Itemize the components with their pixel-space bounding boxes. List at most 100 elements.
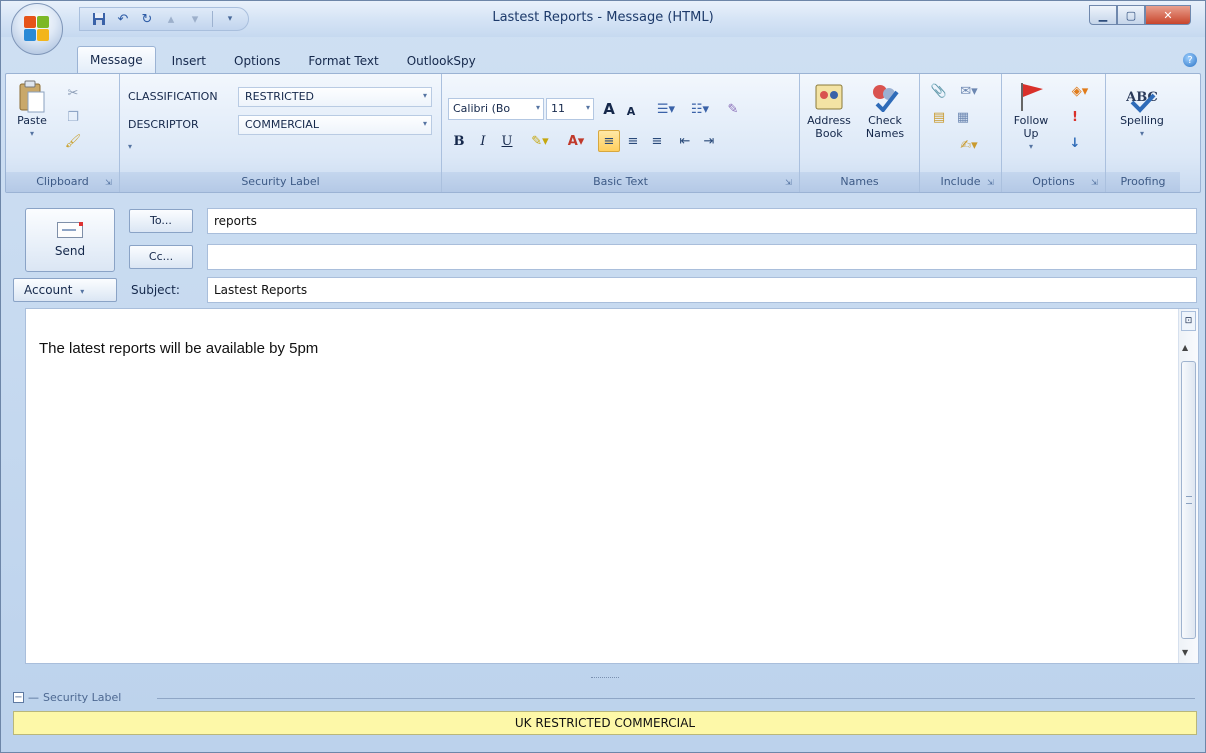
maximize-button[interactable]: ▢: [1117, 5, 1145, 25]
classification-dropdown[interactable]: RESTRICTED ▾: [238, 87, 432, 107]
italic-button[interactable]: I: [472, 130, 494, 152]
options-group: Follow Up ▾ ◈▾ ! ↓ Options ⇲: [1002, 74, 1106, 192]
security-more-icon[interactable]: ▾: [128, 142, 132, 151]
collapse-icon[interactable]: −: [13, 692, 24, 703]
chevron-down-icon: ▾: [1028, 142, 1033, 151]
check-names-icon: [868, 80, 902, 114]
signature-icon[interactable]: ✍▾: [954, 136, 984, 154]
descriptor-label: DESCRIPTOR: [128, 118, 199, 131]
font-name-combo[interactable]: Calibri (Bo ▾: [448, 98, 544, 120]
office-button[interactable]: [11, 3, 63, 55]
align-left-icon[interactable]: ≡: [598, 130, 620, 152]
shrink-font-button[interactable]: A: [620, 100, 642, 122]
window-title: Lastest Reports - Message (HTML): [492, 10, 714, 25]
paste-button[interactable]: Paste ▾: [12, 80, 52, 140]
scroll-grip-icon: [1186, 496, 1192, 504]
window-controls: ▁ ▢ ✕: [1089, 5, 1191, 25]
proofing-group: ABC Spelling ▾ Proofing: [1106, 74, 1180, 192]
message-body-text[interactable]: The latest reports will be available by …: [39, 340, 318, 357]
check-names-button[interactable]: Check Names: [858, 80, 912, 140]
cc-button[interactable]: Cc...: [129, 245, 193, 269]
categorize-icon[interactable]: ◈▾: [1066, 82, 1094, 100]
flag-icon: [1014, 80, 1048, 114]
low-importance-icon[interactable]: ↓: [1066, 134, 1084, 152]
business-card-icon[interactable]: ▤: [930, 108, 948, 126]
styles-icon[interactable]: ✎: [722, 98, 744, 120]
numbering-icon[interactable]: ☷▾: [684, 98, 716, 120]
include-dialog-launcher-icon[interactable]: ⇲: [987, 178, 997, 188]
close-button[interactable]: ✕: [1145, 5, 1191, 25]
scroll-up-arrow-icon[interactable]: ▲: [1182, 343, 1188, 352]
underline-button[interactable]: U: [496, 130, 518, 152]
office-logo-icon: [24, 16, 50, 42]
ribbon: Paste ▾ ✂ ❐ 🖌 Clipboard ⇲ CLASSIFICATION…: [5, 73, 1201, 193]
align-right-icon[interactable]: ≡: [646, 130, 668, 152]
descriptor-dropdown[interactable]: COMMERCIAL ▾: [238, 115, 432, 135]
copy-icon[interactable]: ❐: [64, 108, 82, 126]
pane-splitter[interactable]: [591, 677, 619, 681]
paste-icon: [15, 80, 49, 114]
bullets-icon[interactable]: ☰▾: [650, 98, 682, 120]
security-label-footer-header: − — Security Label: [13, 691, 122, 704]
help-icon[interactable]: ?: [1183, 53, 1197, 67]
bold-button[interactable]: B: [448, 130, 470, 152]
highlight-icon[interactable]: ✎▾: [524, 130, 556, 152]
chevron-down-icon: ▾: [29, 129, 34, 138]
font-size-combo[interactable]: 11 ▾: [546, 98, 594, 120]
chevron-down-icon: ▾: [1139, 129, 1144, 138]
clipboard-dialog-launcher-icon[interactable]: ⇲: [105, 178, 115, 188]
font-color-icon[interactable]: A▾: [560, 130, 592, 152]
attach-item-icon[interactable]: ✉▾: [954, 82, 984, 100]
increase-indent-icon[interactable]: ⇥: [698, 130, 720, 152]
subject-field[interactable]: Lastest Reports: [207, 277, 1197, 303]
send-button[interactable]: Send: [25, 208, 115, 272]
tab-outlookspy[interactable]: OutlookSpy: [395, 49, 488, 73]
tab-format-text[interactable]: Format Text: [296, 49, 390, 73]
scroll-down-arrow-icon[interactable]: ▼: [1182, 648, 1188, 657]
security-label-group: CLASSIFICATION RESTRICTED ▾ DESCRIPTOR C…: [120, 74, 442, 192]
tab-message[interactable]: Message: [77, 46, 156, 73]
ribbon-tabs: Message Insert Options Format Text Outlo…: [77, 45, 488, 73]
subject-label: Subject:: [131, 283, 180, 297]
outlook-message-window: ↶ ↻ ▴ ▾ ▾ Lastest Reports - Message (HTM…: [0, 0, 1206, 753]
cc-field[interactable]: [207, 244, 1197, 270]
include-group: 📎 ✉▾ ▤ ▦ ✍▾ Include ⇲: [920, 74, 1002, 192]
to-field[interactable]: reports: [207, 208, 1197, 234]
tab-insert[interactable]: Insert: [160, 49, 218, 73]
basic-text-group: Calibri (Bo ▾ 11 ▾ A A ☰▾ ☷▾ ✎ B I U ✎▾ A▾…: [442, 74, 800, 192]
account-button[interactable]: Account ▾: [13, 278, 117, 302]
chevron-down-icon: ▾: [585, 103, 590, 112]
align-center-icon[interactable]: ≡: [622, 130, 644, 152]
chevron-down-icon: ▾: [422, 91, 427, 100]
security-label-footer-title: Security Label: [43, 691, 122, 704]
title-bar: ↶ ↻ ▴ ▾ ▾ Lastest Reports - Message (HTM…: [1, 1, 1205, 37]
spelling-button[interactable]: ABC Spelling ▾: [1112, 80, 1172, 140]
options-dialog-launcher-icon[interactable]: ⇲: [1091, 178, 1101, 188]
chevron-down-icon: ▾: [80, 287, 85, 296]
tab-options[interactable]: Options: [222, 49, 292, 73]
ruler-toggle-icon[interactable]: ⊡: [1181, 311, 1196, 331]
send-envelope-icon: [57, 222, 83, 238]
follow-up-button[interactable]: Follow Up ▾: [1008, 80, 1054, 153]
minimize-button[interactable]: ▁: [1089, 5, 1117, 25]
decrease-indent-icon[interactable]: ⇤: [674, 130, 696, 152]
cut-icon[interactable]: ✂: [64, 84, 82, 102]
attach-file-icon[interactable]: 📎: [930, 82, 948, 100]
chevron-down-icon: ▾: [535, 103, 540, 112]
calendar-icon[interactable]: ▦: [954, 108, 972, 126]
scroll-thumb[interactable]: [1181, 361, 1196, 639]
basic-text-dialog-launcher-icon[interactable]: ⇲: [785, 178, 795, 188]
names-group: Address Book Check Names Names: [800, 74, 920, 192]
footer-divider: [157, 698, 1195, 699]
to-button[interactable]: To...: [129, 209, 193, 233]
security-classification-banner: UK RESTRICTED COMMERCIAL: [13, 711, 1197, 735]
classification-label: CLASSIFICATION: [128, 90, 218, 103]
message-body[interactable]: The latest reports will be available by …: [25, 308, 1199, 664]
vertical-scrollbar[interactable]: ⊡ ▲ ▼: [1178, 309, 1198, 663]
address-book-icon: [812, 80, 846, 114]
format-painter-icon[interactable]: 🖌: [64, 132, 82, 150]
spelling-icon: ABC: [1125, 80, 1159, 114]
address-book-button[interactable]: Address Book: [804, 80, 854, 140]
high-importance-icon[interactable]: !: [1066, 108, 1084, 126]
grow-font-button[interactable]: A: [598, 98, 620, 120]
